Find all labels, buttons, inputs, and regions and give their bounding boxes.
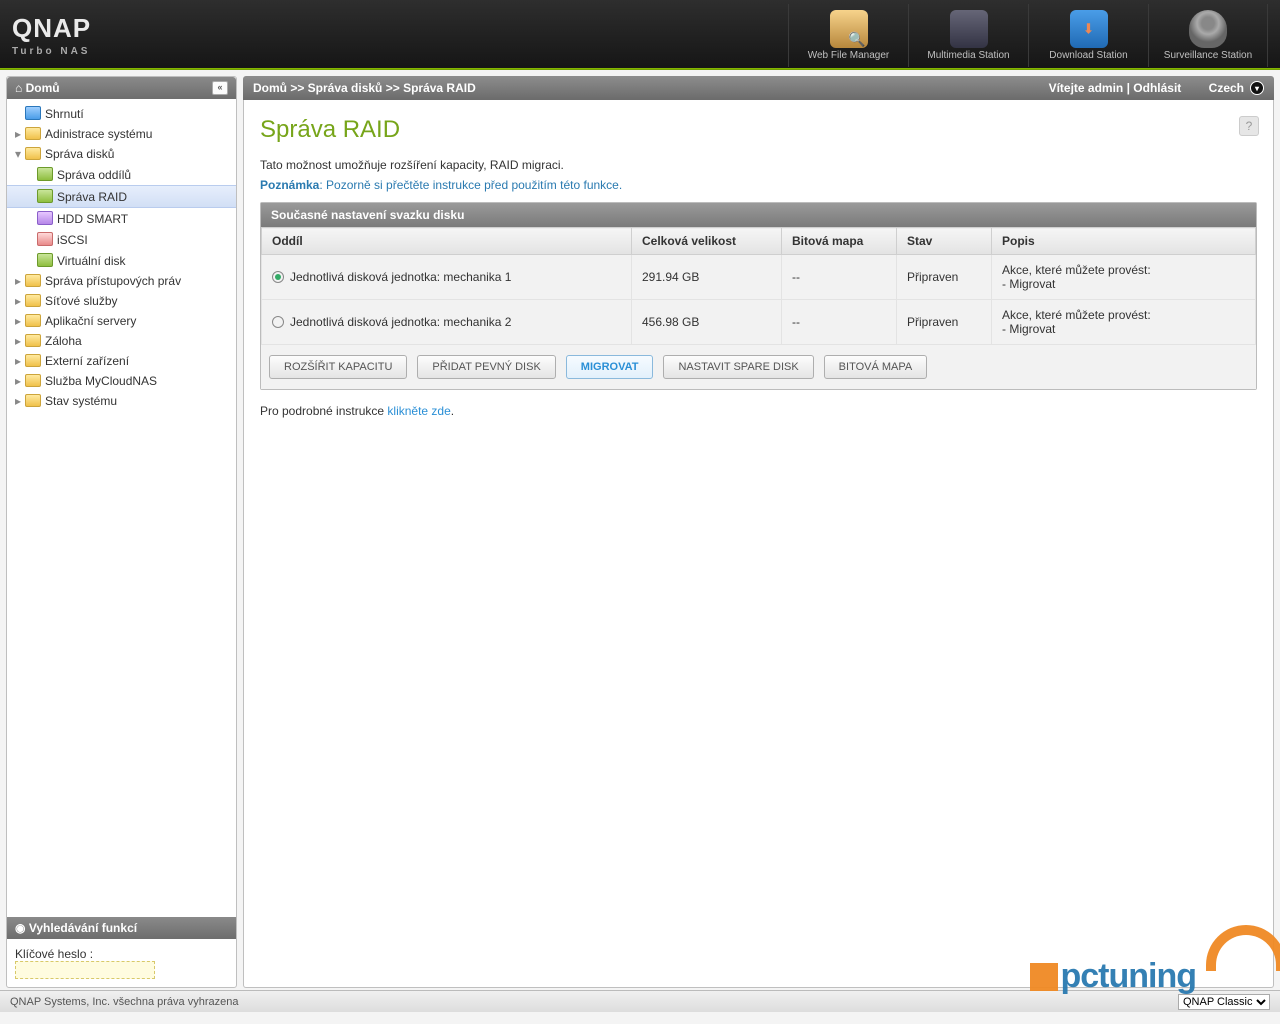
nav-app-servers[interactable]: ▸Aplikační servery [7, 311, 236, 331]
folder-icon [25, 294, 41, 307]
breadcrumb-path[interactable]: Domů >> Správa disků >> Správa RAID [253, 81, 476, 95]
function-search-body: Klíčové heslo : [7, 939, 236, 987]
note-text: : Pozorně si přečtěte instrukce před pou… [319, 178, 622, 192]
click-here-link[interactable]: klikněte zde [387, 404, 450, 418]
col-bitmap[interactable]: Bitová mapa [782, 228, 897, 255]
nav-external-devices[interactable]: ▸Externí zařízení [7, 351, 236, 371]
note-label: Poznámka [260, 178, 319, 192]
table-row[interactable]: Jednotlivá disková jednotka: mechanika 1… [262, 255, 1256, 300]
footer-bar: QNAP Systems, Inc. všechna práva vyhraze… [0, 990, 1280, 1012]
app-multimedia-station[interactable]: Multimedia Station [908, 4, 1028, 67]
hdd-icon [37, 211, 53, 225]
nav-sidebar: ⌂ Domů « Shrnutí ▸Adinistrace systému ▾S… [6, 76, 237, 988]
multimedia-icon [950, 10, 988, 48]
disk-icon [37, 189, 53, 203]
sidebar-title: Domů [26, 81, 60, 95]
app-header: QNAP Turbo NAS Web File Manager Multimed… [0, 0, 1280, 70]
app-download-station[interactable]: Download Station [1028, 4, 1148, 67]
nav-tree: Shrnutí ▸Adinistrace systému ▾Správa dis… [7, 99, 236, 917]
nav-mycloudnas[interactable]: ▸Služba MyCloudNAS [7, 371, 236, 391]
col-size[interactable]: Celková velikost [632, 228, 782, 255]
volume-table: Oddíl Celková velikost Bitová mapa Stav … [261, 227, 1256, 345]
nav-network-services[interactable]: ▸Síťové služby [7, 291, 236, 311]
table-row[interactable]: Jednotlivá disková jednotka: mechanika 2… [262, 300, 1256, 345]
col-volume[interactable]: Oddíl [262, 228, 632, 255]
help-button[interactable]: ? [1239, 116, 1259, 136]
folder-icon [25, 147, 41, 160]
app-surveillance-station[interactable]: Surveillance Station [1148, 4, 1268, 67]
keyword-input[interactable] [15, 961, 155, 979]
nav-hdd-smart[interactable]: HDD SMART [7, 208, 236, 229]
folder-icon [25, 274, 41, 287]
nav-iscsi[interactable]: iSCSI [7, 229, 236, 250]
nav-virtual-disk[interactable]: Virtuální disk [7, 250, 236, 271]
camera-icon [1189, 10, 1227, 48]
disk-icon [37, 253, 53, 267]
folder-icon [25, 334, 41, 347]
migrate-button[interactable]: MIGROVAT [566, 355, 654, 379]
theme-selector[interactable]: QNAP Classic [1178, 994, 1270, 1010]
iscsi-icon [37, 232, 53, 246]
chevron-down-icon: ▾ [1250, 81, 1264, 95]
panel-title: Současné nastavení svazku disku [261, 203, 1256, 227]
folder-icon [25, 127, 41, 140]
brand-logo: QNAP Turbo NAS [12, 13, 91, 57]
add-hard-drive-button[interactable]: PŘIDAT PEVNÝ DISK [417, 355, 555, 379]
set-spare-disk-button[interactable]: NASTAVIT SPARE DISK [663, 355, 813, 379]
col-state[interactable]: Stav [897, 228, 992, 255]
app-launcher: Web File Manager Multimedia Station Down… [788, 4, 1268, 67]
welcome-text: Vítejte admin [1049, 81, 1124, 95]
folder-icon [25, 314, 41, 327]
detail-instructions: Pro podrobné instrukce klikněte zde. [260, 404, 1257, 418]
nav-disk-management[interactable]: ▾Správa disků [7, 144, 236, 164]
col-desc[interactable]: Popis [992, 228, 1256, 255]
page-title: Správa RAID [260, 116, 1257, 144]
folder-icon [25, 354, 41, 367]
copyright-text: QNAP Systems, Inc. všechna práva vyhraze… [10, 996, 238, 1008]
expand-capacity-button[interactable]: ROZŠÍŘIT KAPACITU [269, 355, 407, 379]
download-icon [1070, 10, 1108, 48]
disk-icon [37, 167, 53, 181]
page-content: ? Správa RAID Tato možnost umožňuje rozš… [243, 100, 1274, 988]
nav-backup[interactable]: ▸Záloha [7, 331, 236, 351]
folder-icon [25, 374, 41, 387]
row-radio[interactable] [272, 271, 284, 283]
sidebar-header: ⌂ Domů « [7, 77, 236, 99]
nav-system-admin[interactable]: ▸Adinistrace systému [7, 124, 236, 144]
language-selector[interactable]: Czech▾ [1209, 81, 1264, 95]
action-buttons: ROZŠÍŘIT KAPACITU PŘIDAT PEVNÝ DISK MIGR… [261, 345, 1256, 389]
volume-panel: Současné nastavení svazku disku Oddíl Ce… [260, 202, 1257, 390]
nav-overview[interactable]: Shrnutí [7, 103, 236, 124]
overview-icon [25, 106, 41, 120]
folder-icon [25, 394, 41, 407]
folder-search-icon [830, 10, 868, 48]
app-web-file-manager[interactable]: Web File Manager [788, 4, 908, 67]
intro-text: Tato možnost umožňuje rozšíření kapacity… [260, 158, 1257, 172]
nav-access-rights[interactable]: ▸Správa přístupových práv [7, 271, 236, 291]
function-search-header: ◉ Vyhledávání funkcí [7, 917, 236, 939]
collapse-sidebar-button[interactable]: « [212, 81, 228, 95]
nav-raid-management[interactable]: Správa RAID [7, 185, 236, 208]
row-radio[interactable] [272, 316, 284, 328]
bitmap-button[interactable]: BITOVÁ MAPA [824, 355, 928, 379]
nav-system-status[interactable]: ▸Stav systému [7, 391, 236, 411]
keyword-label: Klíčové heslo : [15, 947, 93, 961]
logout-link[interactable]: Odhlásit [1133, 81, 1181, 95]
breadcrumb-bar: Domů >> Správa disků >> Správa RAID Víte… [243, 76, 1274, 100]
nav-volume-management[interactable]: Správa oddílů [7, 164, 236, 185]
